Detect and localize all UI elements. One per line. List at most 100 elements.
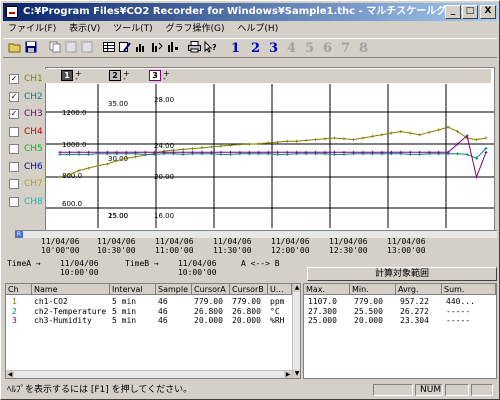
co2-axis-tick: 600.0 [62,200,82,208]
help-cursor-icon[interactable]: ? [203,40,218,56]
scroll-down-icon[interactable]: ▼ [293,370,300,378]
col-header-unit[interactable]: U... [268,284,292,295]
graph-options-icon[interactable] [165,41,180,56]
chart-icon[interactable] [133,41,148,56]
page-button-2[interactable]: 2 [251,40,260,57]
col-header-ch[interactable]: Ch [6,284,32,295]
svg-text:?: ? [212,43,217,52]
time-tick-label: 11/04/06 10:30'00 [97,237,136,255]
col-header-interval[interactable]: Interval [110,284,156,295]
table-cell: %RH [270,316,285,325]
channel-toggle-ch1[interactable]: ✓ CH1 [5,73,45,85]
channel-checkbox[interactable]: ✓ [9,74,19,84]
channel-checkbox[interactable] [9,196,19,207]
page-button-5[interactable]: 5 [305,40,314,57]
scroll-up-icon[interactable]: ▲ [293,284,300,292]
stats-cell: 440... [446,297,475,306]
page-button-6[interactable]: 6 [323,40,332,57]
table-vscroll[interactable]: ▲ ▼ [292,284,300,378]
panel-3-spin[interactable]: + - [163,70,171,83]
channel-toggle-ch8[interactable]: CH8 [5,196,45,208]
channel-toggle-ch6[interactable]: CH6 [5,161,45,173]
panel-1-spin[interactable]: + - [75,70,83,83]
page-button-1[interactable]: 1 [231,40,240,57]
print-icon[interactable] [187,41,202,56]
channel-checkbox[interactable] [9,126,19,137]
status-pane [445,384,469,396]
paste-icon[interactable] [79,41,94,56]
chart-svg[interactable]: 1200.01000.0800.0600.035.0030.0025.0015.… [46,68,494,230]
app-icon[interactable] [6,6,18,18]
panel-2-spin[interactable]: + - [123,70,131,83]
series-point [361,136,365,140]
plot-area[interactable]: 1200.0 1000.0 800.0 600.0 35.00 30.00 25.00 15.… [45,67,495,231]
channel-toggle-ch7[interactable]: CH7 [5,178,45,190]
channel-checkbox[interactable]: ✓ [9,91,19,102]
menu-file[interactable]: ファイル(F) [3,22,61,37]
menu-help[interactable]: ヘルプ(H) [232,22,283,37]
save-icon[interactable] [23,41,38,56]
minimize-button[interactable]: _ [445,5,461,19]
series-point [380,133,384,137]
series-point [418,133,422,137]
series-point [484,150,488,154]
scroll-right-icon[interactable]: ▶ [284,371,292,378]
channel-checkbox[interactable]: ✓ [9,109,19,119]
channel-toggle-ch3[interactable]: ✓ CH3 [5,108,45,120]
maximize-button[interactable]: □ [462,5,478,19]
calc-range-button[interactable]: 計算対象範囲 [307,267,497,281]
table-hscroll[interactable]: ◀ ▶ [6,370,292,378]
channel-checkbox[interactable] [9,144,19,154]
stats-cell: 23.304 [400,316,429,325]
status-bar: ﾍﾙﾌﾟを表示するには [F1] を押してください。 NUM [3,382,497,398]
col-header-avrg[interactable]: Avrg. [396,284,442,295]
col-header-cursora[interactable]: CursorA [192,284,230,295]
app-window: C:¥Program Files¥CO2 Recorder for Window… [0,0,500,400]
series-point [427,130,431,134]
cut-icon[interactable] [63,41,78,56]
menu-tools[interactable]: ツール(T) [108,22,158,37]
stats-cell: 1107.0 [308,297,337,306]
page-button-4[interactable]: 4 [287,40,296,57]
title-bar[interactable]: C:¥Program Files¥CO2 Recorder for Window… [3,3,497,21]
channel-toggle-ch4[interactable]: CH4 [5,126,45,138]
panel-tab-2[interactable]: 2 [109,70,121,81]
panel-tab-1[interactable]: 1 [61,70,73,81]
series-point [191,147,194,151]
menu-view[interactable]: 表示(V) [64,22,105,37]
menu-graph[interactable]: グラフ操作(G) [161,22,230,37]
series-point [238,143,242,146]
row-channel-number: 1 [12,297,17,306]
page-button-8[interactable]: 8 [359,40,368,57]
col-header-cursorb[interactable]: CursorB [230,284,268,295]
table-cell: ch1-CO2 [34,297,68,306]
time-tick-label: 11/04/06 11:30'00 [213,237,252,255]
copy-icon[interactable] [47,41,62,56]
table-cell: ppm [270,297,285,306]
edit-icon[interactable] [117,41,132,56]
close-button[interactable]: X [480,5,496,19]
table-cell: 779.00 [194,297,223,306]
col-header-sum[interactable]: Sum. [442,284,496,295]
page-button-7[interactable]: 7 [341,40,350,57]
channel-toggle-ch2[interactable]: ✓ CH2 [5,91,45,103]
page-button-3[interactable]: 3 [269,40,278,57]
open-icon[interactable] [7,41,22,56]
channel-checkbox[interactable] [9,161,19,172]
table-icon[interactable] [101,41,116,56]
panel-tab-3[interactable]: 3 [149,70,161,81]
channel-checkbox[interactable] [9,179,19,189]
series-point [210,145,213,149]
series-point [484,136,488,140]
channel-toggle-ch5[interactable]: CH5 [5,143,45,155]
table-cell: 5 min [112,297,137,306]
col-header-max[interactable]: Max. [304,284,350,295]
scroll-left-icon[interactable]: ◀ [6,371,14,378]
col-header-min[interactable]: Min. [350,284,396,295]
col-header-name[interactable]: Name [32,284,110,295]
row-channel-number: 3 [12,316,17,325]
chart-settings-icon[interactable] [149,41,164,56]
row-channel-number: 2 [12,306,17,316]
time-tick-label: 11/04/06 13:00'00 [387,237,426,255]
col-header-sample[interactable]: Sample [156,284,192,295]
